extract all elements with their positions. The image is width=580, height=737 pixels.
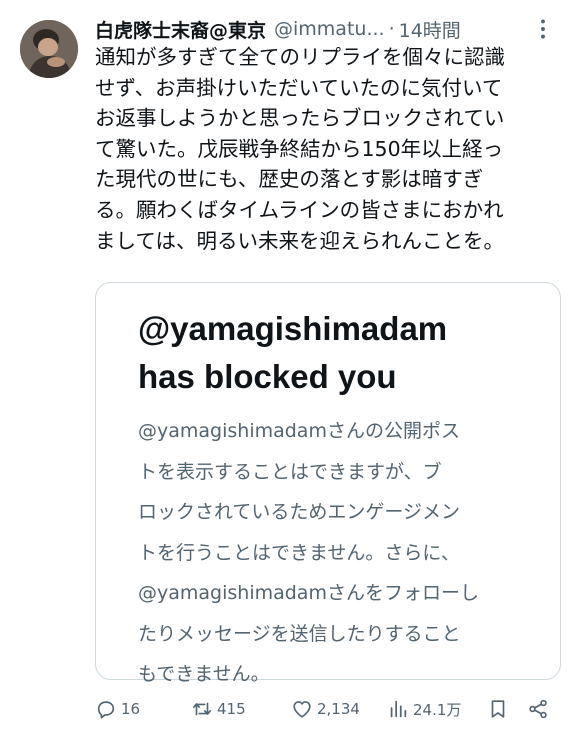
like-count: 2,134 — [317, 700, 360, 718]
blocked-notice-title: @yamagishimadam has blocked you — [138, 310, 448, 395]
avatar[interactable] — [20, 20, 78, 78]
reply-button[interactable]: 16 — [95, 694, 140, 724]
time-separator: · — [388, 18, 395, 40]
views-icon — [390, 700, 407, 718]
bookmark-button[interactable] — [487, 694, 513, 724]
blocked-notice-card: @yamagishimadam has blocked you @yamagis… — [95, 282, 561, 685]
blocked-notice-body: @yamagishimadamさんの公開ポス トを表示することはできますが、ブ … — [138, 420, 479, 685]
more-icon[interactable] — [530, 16, 556, 42]
author-handle[interactable]: @immatu... — [274, 18, 385, 40]
like-button[interactable]: 2,134 — [291, 694, 360, 724]
tweet-header: 白虎隊士末裔@東京 @immatu... · 14時間 — [95, 14, 560, 44]
action-bar: 16 415 2,134 24.1万 — [95, 694, 565, 724]
share-button[interactable] — [527, 694, 553, 724]
reply-icon — [97, 701, 115, 719]
share-icon — [529, 699, 547, 719]
view-count: 24.1万 — [413, 700, 462, 719]
reply-count: 16 — [121, 700, 141, 718]
post-time[interactable]: 14時間 — [399, 16, 461, 43]
repost-count: 415 — [217, 700, 246, 718]
repost-icon — [192, 702, 212, 716]
repost-button[interactable]: 415 — [191, 694, 246, 724]
tweet-text: 通知が多すぎて全てのリプライを個々に認識 せず、お声掛けいただいていたのに気付い… — [95, 45, 505, 253]
views-button[interactable]: 24.1万 — [387, 694, 461, 724]
author-name[interactable]: 白虎隊士末裔@東京 — [95, 16, 266, 43]
bookmark-icon — [491, 700, 505, 718]
like-icon — [293, 701, 311, 718]
